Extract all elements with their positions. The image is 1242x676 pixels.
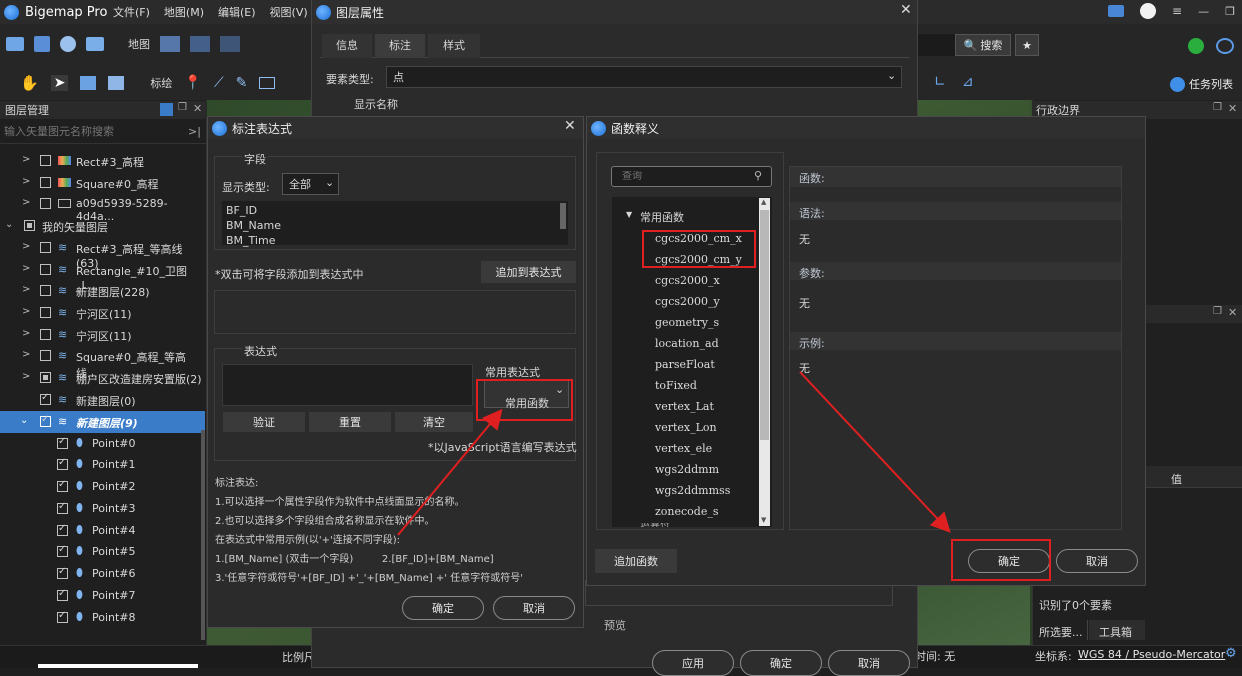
arrow-to-ok [799,371,951,533]
annotation-arrows [397,371,951,536]
arrow-to-common-funcs [397,408,503,536]
